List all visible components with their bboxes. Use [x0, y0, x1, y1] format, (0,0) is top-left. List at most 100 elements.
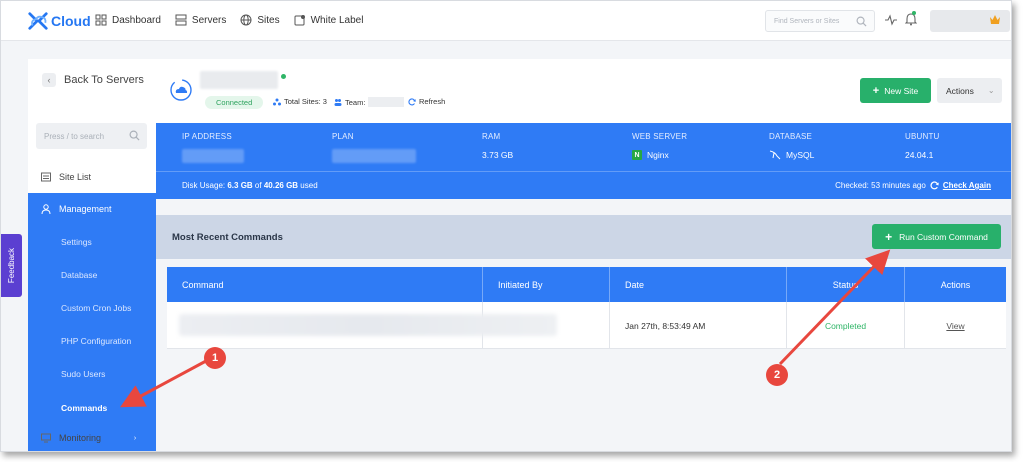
view-link[interactable]: View — [946, 321, 964, 331]
chevron-left-icon: ‹ — [42, 73, 56, 87]
sidebar: ‹ Back To Servers Press / to search Site… — [28, 59, 156, 451]
feedback-label: Feedback — [7, 247, 17, 284]
web-server-label: WEB SERVER — [632, 132, 688, 141]
dashboard-icon — [95, 14, 107, 26]
nav-white-label-label: White Label — [310, 14, 364, 26]
activity-icon[interactable] — [885, 14, 897, 26]
annotation-badge-1: 1 — [204, 347, 226, 369]
bell-icon[interactable] — [905, 13, 917, 26]
command-cell — [167, 302, 557, 349]
status-cell: Completed — [787, 302, 905, 349]
top-search-input[interactable]: Find Servers or Sites — [765, 10, 875, 32]
connection-status-badge: Connected — [205, 96, 264, 109]
nginx-icon: N — [632, 150, 642, 160]
disk-total: 40.26 GB — [263, 181, 299, 190]
database-name: MySQL — [786, 150, 815, 160]
refresh-label: Refresh — [419, 97, 446, 106]
mysql-dolphin-icon — [769, 150, 781, 160]
monitor-icon — [41, 433, 51, 443]
team-name — [368, 97, 405, 107]
web-server-name: Nginx — [647, 150, 669, 160]
run-custom-command-label: Run Custom Command — [899, 231, 988, 242]
server-info-bar: IP ADDRESS PLAN RAM 3.73 GB WEB SERVER N… — [156, 123, 1011, 199]
sidebar-subitem-settings[interactable]: Settings — [61, 237, 92, 247]
actions-cell: View — [905, 302, 1006, 349]
refresh-icon — [930, 181, 939, 190]
commands-table: Command Initiated By Date Status Actions… — [167, 267, 1006, 349]
globe-icon — [240, 14, 252, 26]
check-again-link[interactable]: Check Again — [943, 181, 991, 190]
user-gear-icon — [41, 204, 51, 214]
ram-column: RAM 3.73 GB — [482, 132, 513, 160]
disk-prefix: Disk Usage: — [182, 181, 228, 190]
chevron-down-icon: ⌄ — [987, 86, 995, 95]
plus-icon: + — [872, 84, 880, 97]
sidebar-search-placeholder: Press / to search — [44, 132, 105, 141]
initiated-by-cell — [483, 302, 610, 349]
feedback-tab[interactable]: Feedback — [1, 234, 22, 297]
sidebar-item-label: Monitoring — [59, 433, 102, 443]
back-to-servers-link[interactable]: ‹ Back To Servers — [42, 73, 144, 87]
server-name — [200, 71, 278, 89]
nav-sites[interactable]: Sites — [240, 14, 280, 26]
commands-title: Most Recent Commands — [172, 232, 283, 243]
run-custom-command-button[interactable]: + Run Custom Command — [872, 224, 1001, 249]
total-sites: Total Sites: 3 — [273, 97, 327, 106]
disk-used: 6.3 GB — [227, 181, 253, 190]
team-label: Team: — [345, 97, 366, 107]
sidebar-item-monitoring[interactable]: Monitoring › — [28, 433, 156, 443]
disk-usage: Disk Usage: 6.3 GB of 40.26 GB used — [182, 181, 318, 190]
nav-dashboard-label: Dashboard — [112, 14, 161, 26]
nav-servers-label: Servers — [191, 14, 227, 26]
disk-usage-row: Disk Usage: 6.3 GB of 40.26 GB used Chec… — [156, 171, 1011, 199]
sidebar-search-input[interactable]: Press / to search — [36, 123, 147, 149]
online-indicator — [281, 74, 286, 79]
logo[interactable]: Cloud — [27, 10, 91, 32]
logo-text: Cloud — [51, 13, 91, 29]
nav-white-label[interactable]: White Label — [294, 14, 364, 26]
sidebar-subitem-custom-cron-jobs[interactable]: Custom Cron Jobs — [61, 303, 131, 313]
os-label: UBUNTU — [905, 132, 940, 141]
os-column: UBUNTU 24.04.1 — [905, 132, 940, 160]
ip-address-label: IP ADDRESS — [182, 132, 232, 141]
ip-address-column: IP ADDRESS — [182, 132, 244, 163]
notification-dot — [912, 11, 916, 15]
column-header-status: Status — [787, 267, 905, 302]
white-label-icon — [294, 15, 305, 26]
new-site-button[interactable]: + New Site — [860, 78, 931, 103]
annotation-badge-2: 2 — [766, 364, 788, 386]
sidebar-subitem-commands[interactable]: Commands — [61, 403, 107, 413]
sidebar-item-management[interactable]: Management — [28, 193, 156, 225]
table-row: Jan 27th, 8:53:49 AM Completed View — [167, 302, 1006, 349]
sidebar-subitem-sudo-users[interactable]: Sudo Users — [61, 369, 105, 379]
back-label: Back To Servers — [64, 74, 144, 86]
team-info: Team: — [334, 97, 405, 107]
list-icon — [41, 172, 51, 182]
database-column: DATABASE MySQL — [769, 132, 814, 160]
actions-dropdown[interactable]: Actions ⌄ — [937, 78, 1002, 103]
server-header: Connected Total Sites: 3 Team: Refresh +… — [156, 59, 1011, 123]
plus-icon: + — [885, 229, 893, 244]
management-section: Management Settings Database Custom Cron… — [28, 193, 156, 451]
disk-suffix: used — [298, 181, 318, 190]
main-nav: Dashboard Servers Sites White Label — [95, 14, 363, 26]
crown-icon — [990, 15, 1000, 24]
sidebar-item-site-list[interactable]: Site List — [28, 172, 156, 182]
nav-dashboard[interactable]: Dashboard — [95, 14, 161, 26]
nav-sites-label: Sites — [257, 14, 280, 26]
sites-icon — [273, 98, 281, 105]
chevron-right-icon: › — [130, 433, 140, 443]
refresh-button[interactable]: Refresh — [408, 97, 445, 106]
last-checked: Checked: 53 minutes ago Check Again — [835, 181, 991, 190]
plan-label: PLAN — [332, 132, 354, 141]
sidebar-subitem-php-configuration[interactable]: PHP Configuration — [61, 336, 131, 346]
team-icon — [334, 99, 342, 106]
new-site-label: New Site — [884, 85, 919, 96]
database-value: MySQL — [769, 150, 814, 160]
nav-servers[interactable]: Servers — [175, 14, 226, 26]
disk-of: of — [252, 181, 264, 190]
sidebar-subitem-database[interactable]: Database — [61, 270, 97, 280]
ram-label: RAM — [482, 132, 501, 141]
column-header-initiated-by: Initiated By — [483, 267, 610, 302]
search-icon — [856, 16, 867, 27]
